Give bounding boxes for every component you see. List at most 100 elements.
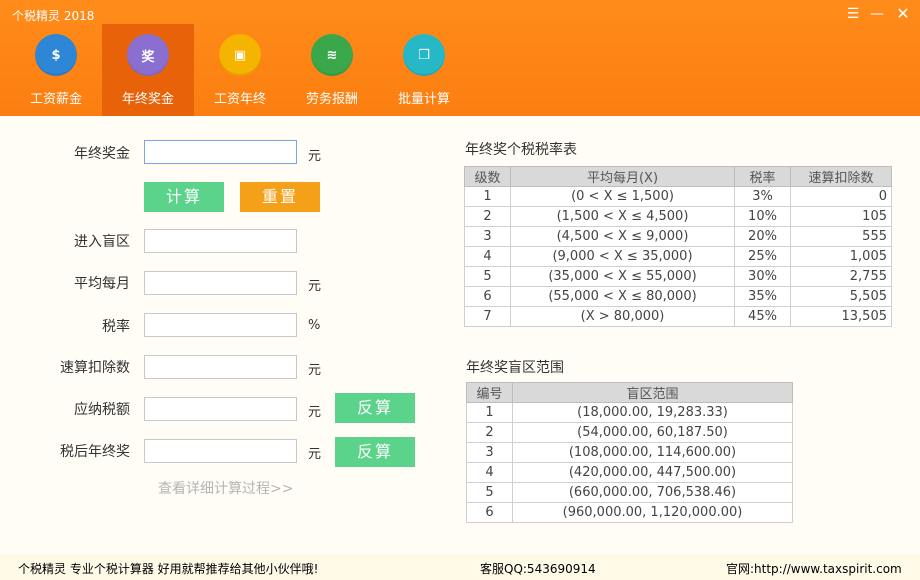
column-header: 级数 xyxy=(464,166,511,187)
app-window: 个税精灵 2018 ☰ — ✕ $ 工资薪金 奖 年终奖金 ▣ 工资年终 ≋ 劳… xyxy=(0,0,920,580)
blind-zone-table: 编号 盲区范围 1 (18,000.00, 19,283.33) 2 (54,000… xyxy=(466,382,793,523)
table-cell: 1,005 xyxy=(790,246,892,267)
status-bar: 个税精灵 专业个税计算器 好用就帮推荐给其他小伙伴哦! 客服QQ:5436909… xyxy=(0,554,920,580)
table-cell: 5,505 xyxy=(790,286,892,307)
tab-annual-bonus[interactable]: 奖 年终奖金 xyxy=(102,24,194,116)
table-cell: 5 xyxy=(464,266,511,287)
bonus-icon: 奖 xyxy=(127,34,169,76)
table-cell: 555 xyxy=(790,226,892,247)
table-cell: 2 xyxy=(466,422,513,443)
deduction-label: 速算扣除数 xyxy=(60,360,130,376)
close-icon[interactable]: ✕ xyxy=(892,4,914,24)
table-cell: (54,000.00, 60,187.50) xyxy=(512,422,793,443)
table-cell: 1 xyxy=(466,402,513,423)
rate-table: 级数 平均每月(X) 税率 速算扣除数 1 (0 < X ≤ 1,500) 3% 0 … xyxy=(464,166,892,327)
tax-due-field[interactable] xyxy=(144,397,297,421)
table-header-row: 级数 平均每月(X) 税率 速算扣除数 xyxy=(464,166,892,187)
header-bar: 个税精灵 2018 ☰ — ✕ $ 工资薪金 奖 年终奖金 ▣ 工资年终 ≋ 劳… xyxy=(0,0,920,116)
bonus-input[interactable] xyxy=(144,140,297,164)
table-cell: (X > 80,000) xyxy=(510,306,735,327)
main-nav: $ 工资薪金 奖 年终奖金 ▣ 工资年终 ≋ 劳务报酬 ❐ 批量计算 xyxy=(10,24,470,116)
wallet-icon: ▣ xyxy=(219,34,261,76)
table-row: 2 (1,500 < X ≤ 4,500) 10% 105 xyxy=(464,206,892,227)
after-tax-field[interactable] xyxy=(144,439,297,463)
avg-month-unit: 元 xyxy=(308,279,322,294)
table-cell: (108,000.00, 114,600.00) xyxy=(512,442,793,463)
tab-batch[interactable]: ❐ 批量计算 xyxy=(378,24,470,116)
table-cell: (660,000.00, 706,538.46) xyxy=(512,482,793,503)
tax-rate-field[interactable] xyxy=(144,313,297,337)
bonus-label: 年终奖金 xyxy=(74,146,130,162)
table-cell: 105 xyxy=(790,206,892,227)
tax-due-label: 应纳税额 xyxy=(74,402,130,418)
after-tax-unit: 元 xyxy=(308,447,322,462)
reverse-calc-bonus-button[interactable]: 反算 xyxy=(335,437,415,467)
column-header: 盲区范围 xyxy=(512,382,793,403)
money-bag-icon: $ xyxy=(35,34,77,76)
table-cell: 3 xyxy=(464,226,511,247)
website-link[interactable]: 官网:http://www.taxspirit.com xyxy=(726,560,902,577)
detail-process-link[interactable]: 查看详细计算过程>> xyxy=(158,478,293,498)
tab-salary[interactable]: $ 工资薪金 xyxy=(10,24,102,116)
calculate-button[interactable]: 计算 xyxy=(144,182,224,212)
table-row: 5 (660,000.00, 706,538.46) xyxy=(466,482,793,503)
tax-rate-label: 税率 xyxy=(102,319,130,335)
table-header-row: 编号 盲区范围 xyxy=(466,382,793,403)
tab-salary-yearend[interactable]: ▣ 工资年终 xyxy=(194,24,286,116)
column-header: 平均每月(X) xyxy=(510,166,735,187)
table-cell: 6 xyxy=(464,286,511,307)
table-cell: 3% xyxy=(734,186,791,207)
table-cell: (9,000 < X ≤ 35,000) xyxy=(510,246,735,267)
blind-zone-field[interactable] xyxy=(144,229,297,253)
deduction-unit: 元 xyxy=(308,363,322,378)
deduction-field[interactable] xyxy=(144,355,297,379)
reverse-calc-tax-button[interactable]: 反算 xyxy=(335,393,415,423)
table-row: 4 (420,000.00, 447,500.00) xyxy=(466,462,793,483)
status-slogan: 个税精灵 专业个税计算器 好用就帮推荐给其他小伙伴哦! xyxy=(18,562,319,576)
coins-icon: ≋ xyxy=(311,34,353,76)
table-cell: (35,000 < X ≤ 55,000) xyxy=(510,266,735,287)
table-cell: 7 xyxy=(464,306,511,327)
table-row: 3 (4,500 < X ≤ 9,000) 20% 555 xyxy=(464,226,892,247)
tax-due-unit: 元 xyxy=(308,405,322,420)
avg-month-label: 平均每月 xyxy=(74,276,130,292)
table-cell: 30% xyxy=(734,266,791,287)
column-header: 税率 xyxy=(734,166,791,187)
tab-labor[interactable]: ≋ 劳务报酬 xyxy=(286,24,378,116)
table-cell: 45% xyxy=(734,306,791,327)
table-cell: 25% xyxy=(734,246,791,267)
table-row: 3 (108,000.00, 114,600.00) xyxy=(466,442,793,463)
table-row: 2 (54,000.00, 60,187.50) xyxy=(466,422,793,443)
table-cell: 4 xyxy=(464,246,511,267)
reset-button[interactable]: 重置 xyxy=(240,182,320,212)
table-row: 1 (0 < X ≤ 1,500) 3% 0 xyxy=(464,186,892,207)
table-row: 6 (55,000 < X ≤ 80,000) 35% 5,505 xyxy=(464,286,892,307)
table-cell: (55,000 < X ≤ 80,000) xyxy=(510,286,735,307)
app-title: 个税精灵 2018 xyxy=(12,9,95,23)
minimize-icon[interactable]: — xyxy=(866,4,888,24)
table-cell: 10% xyxy=(734,206,791,227)
table-row: 6 (960,000.00, 1,120,000.00) xyxy=(466,502,793,523)
avg-month-field[interactable] xyxy=(144,271,297,295)
table-cell: (4,500 < X ≤ 9,000) xyxy=(510,226,735,247)
batch-icon: ❐ xyxy=(403,34,445,76)
tab-label: 劳务报酬 xyxy=(305,92,358,107)
menu-icon[interactable]: ☰ xyxy=(842,4,864,24)
table-row: 1 (18,000.00, 19,283.33) xyxy=(466,402,793,423)
table-cell: 6 xyxy=(466,502,513,523)
after-tax-label: 税后年终奖 xyxy=(60,444,130,460)
tab-label: 工资年终 xyxy=(213,92,266,107)
table-cell: 35% xyxy=(734,286,791,307)
tab-label: 批量计算 xyxy=(397,92,450,107)
column-header: 编号 xyxy=(466,382,513,403)
table-row: 5 (35,000 < X ≤ 55,000) 30% 2,755 xyxy=(464,266,892,287)
table-cell: (0 < X ≤ 1,500) xyxy=(510,186,735,207)
blind-table-title: 年终奖盲区范围 xyxy=(466,360,564,376)
column-header: 速算扣除数 xyxy=(790,166,892,187)
blind-zone-label: 进入盲区 xyxy=(74,234,130,250)
table-cell: 1 xyxy=(464,186,511,207)
table-cell: 2,755 xyxy=(790,266,892,287)
table-cell: 13,505 xyxy=(790,306,892,327)
table-row: 7 (X > 80,000) 45% 13,505 xyxy=(464,306,892,327)
support-qq: 客服QQ:543690914 xyxy=(480,562,596,576)
